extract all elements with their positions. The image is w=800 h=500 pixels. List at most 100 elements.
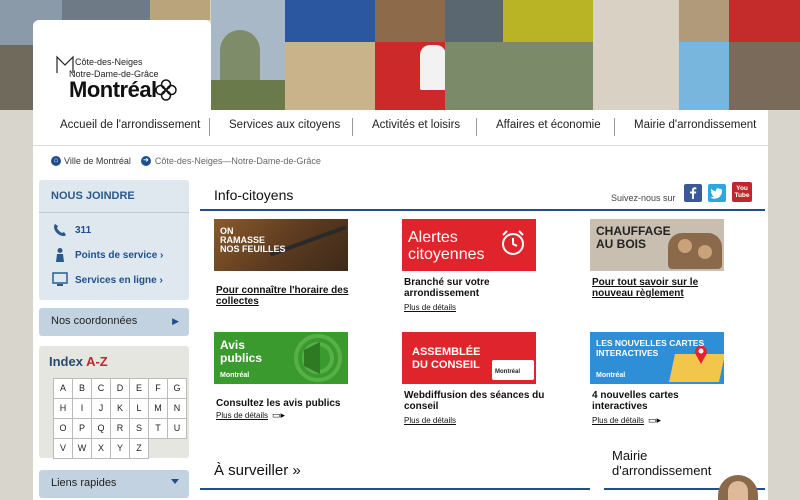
youtube-icon[interactable]: You Tube [732,182,752,202]
az-letter[interactable]: A [53,378,73,399]
az-letter[interactable]: H [53,398,73,419]
phone-number: 311 [75,224,92,236]
nav-item-accueil[interactable]: Accueil de l'arrondissement [60,119,200,131]
nav-item-services[interactable]: Services aux citoyens [229,119,340,131]
nav-item-affaires[interactable]: Affaires et économie [496,119,601,131]
breadcrumb-home[interactable]: Ville de Montréal [64,156,131,166]
az-letter[interactable]: S [129,418,149,439]
az-letter[interactable]: P [72,418,92,439]
az-letter[interactable]: V [53,438,73,459]
card-alerts-image: Alertes citoyennes [402,219,536,271]
nav-item-mairie[interactable]: Mairie d'arrondissement [634,119,756,131]
card-council-brand: Montréal [495,369,521,375]
facebook-icon[interactable] [684,184,702,202]
az-letter[interactable]: Q [91,418,111,439]
online-services-link[interactable]: Services en ligne › [51,272,163,288]
card-interactive-maps-brand: Montréal [596,372,626,379]
az-letter[interactable]: L [129,398,149,419]
card-public-notices-title: Consultez les avis publics [216,398,341,409]
online-services-label: Services en ligne [75,274,157,286]
az-letter[interactable]: K [110,398,130,419]
nav-separator [352,118,353,136]
service-points-link[interactable]: Points de service › [51,247,163,263]
info-section-title: Info-citoyens [214,187,294,203]
computer-icon [52,272,68,286]
mayor-section-title: Mairie d'arrondissement [612,448,712,478]
divider [39,212,189,213]
external-link-icon: ▭▸ [648,415,662,425]
az-index: Index A-Z ABCDEFG HIJKLMN OPQRSTU VWXYZ [39,346,189,459]
az-letter[interactable]: E [129,378,149,399]
breadcrumb-current: Côte-des-Neiges—Notre-Dame-de-Grâce [154,156,321,166]
az-letter[interactable]: R [110,418,130,439]
site-logo[interactable]: Côte-des-Neiges Notre-Dame-de-Grâce Mont… [33,20,211,112]
coordinates-label: Nos coordonnées [51,315,138,327]
az-letter[interactable]: U [167,418,187,439]
card-wood-heating-image-text: CHAUFFAGE AU BOIS [596,224,671,251]
az-letter[interactable]: N [167,398,187,419]
sidebar: NOUS JOINDRE 311 Points de service › Ser… [39,180,189,498]
az-letter[interactable]: I [72,398,92,419]
chevron-down-icon [171,479,179,484]
card-interactive-maps-more-link[interactable]: Plus de détails [592,416,644,425]
az-letter[interactable]: W [72,438,92,459]
contact-title: NOUS JOINDRE [51,190,135,202]
logo-wordmark: Montréal [69,77,157,102]
az-letter[interactable]: D [110,378,130,399]
card-public-notices-brand: Montréal [220,372,250,379]
card-wood-heating-image: CHAUFFAGE AU BOIS [590,219,724,271]
az-letter-grid: ABCDEFG HIJKLMN OPQRSTU VWXYZ [53,378,187,459]
az-letter[interactable]: G [167,378,187,399]
arrow-right-icon: ➜ [140,156,151,166]
quick-links-toggle[interactable]: Liens rapides [39,470,189,498]
card-leaves-title[interactable]: Pour connaître l'horaire des collectes [216,285,366,307]
card-alerts-more-link[interactable]: Plus de détails [404,303,456,312]
phone-icon [54,224,66,237]
card-leaves-image-text: ON RAMASSE NOS FEUILLES [220,226,286,254]
nav-item-activites[interactable]: Activités et loisirs [372,119,460,131]
az-letter[interactable]: Y [110,438,130,459]
card-public-notices-image-text: Avis publics [220,338,263,365]
watch-section-title[interactable]: À surveiller » [214,462,301,479]
card-public-notices-more-link[interactable]: Plus de détails [216,411,268,420]
home-icon: ⌂ [51,156,61,166]
az-title-accent: A-Z [86,354,108,369]
az-letter[interactable]: B [72,378,92,399]
az-letter[interactable]: X [91,438,111,459]
breadcrumb: ⌂ Ville de Montréal ➜ Côte-des-Neiges—No… [51,156,321,166]
section-divider [200,488,590,490]
card-alerts-image-text: Alertes citoyennes [408,229,485,263]
az-letter[interactable]: C [91,378,111,399]
chevron-right-icon: › [156,274,163,286]
logo-line-1: Côte-des-Neiges [75,57,143,67]
coordinates-toggle[interactable]: Nos coordonnées ▶ [39,308,189,336]
chevron-right-icon: › [157,249,164,261]
az-letter[interactable]: T [148,418,168,439]
quick-links-label: Liens rapides [51,477,117,489]
card-wood-heating-title[interactable]: Pour tout savoir sur le nouveau règlemen… [592,277,712,299]
nav-separator [614,118,615,136]
youtube-label: You Tube [734,185,750,199]
megaphone-icon [294,334,342,382]
az-letter[interactable]: J [91,398,111,419]
az-letter[interactable]: F [148,378,168,399]
alarm-clock-icon [502,230,524,255]
az-letter[interactable]: Z [129,438,149,459]
service-points-label: Points de service [75,249,158,261]
person-icon [56,248,64,262]
mayor-photo [718,475,758,500]
card-council-more-link[interactable]: Plus de détails [404,416,456,425]
twitter-icon[interactable] [708,184,726,202]
card-public-notices-image: Avis publics Montréal [214,332,348,384]
rosette-icon [155,79,177,101]
az-letter[interactable]: M [148,398,168,419]
main-nav: Accueil de l'arrondissement Services aux… [33,110,768,146]
section-divider [200,209,765,211]
page-content: Accueil de l'arrondissement Services aux… [33,110,768,500]
card-leaves-image: ON RAMASSE NOS FEUILLES [214,219,348,271]
nav-separator [209,118,210,136]
phone-link[interactable]: 311 [51,222,91,238]
az-letter[interactable]: O [53,418,73,439]
card-alerts-title: Branché sur votre arrondissement [404,277,490,299]
chevron-right-icon: ▶ [172,316,179,326]
